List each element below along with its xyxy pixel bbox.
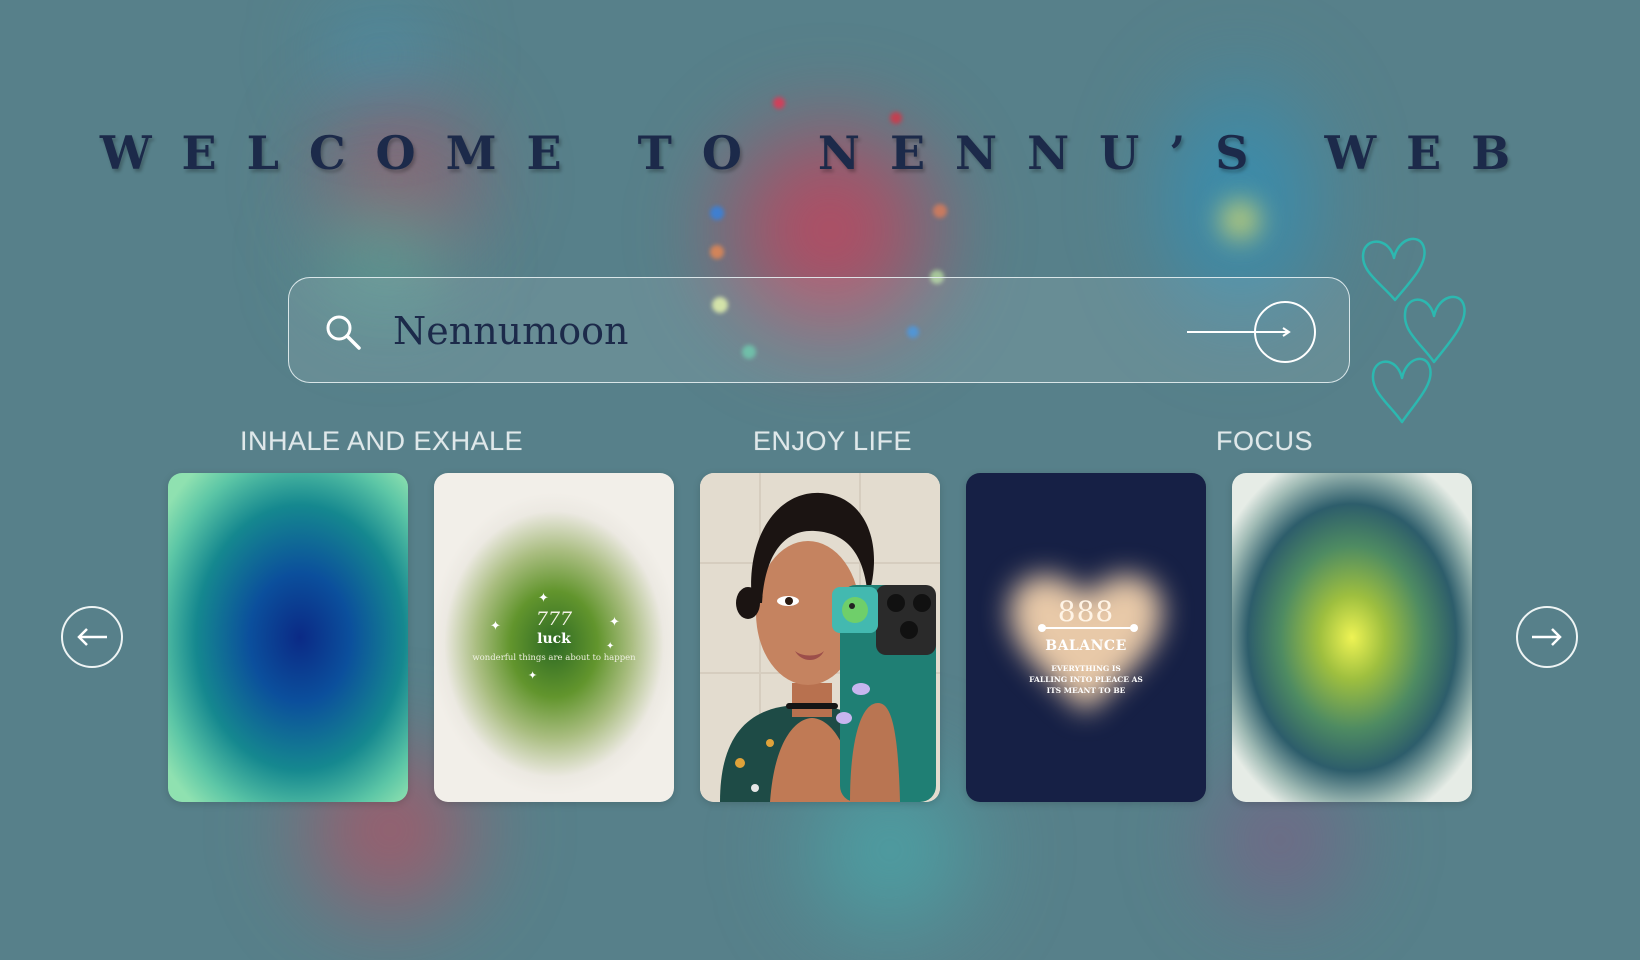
carousel-next-button[interactable] [1516,606,1578,668]
card-title: luck [537,631,571,647]
card-subtitle-line: FALLING INTO PLEACE AS [1029,675,1143,684]
arrow-right-circle-icon [1532,628,1562,646]
card-number: 888 [1057,595,1115,628]
search-submit-button[interactable] [1185,300,1325,364]
carousel-prev-button[interactable] [61,606,123,668]
card-subtitle: wonderful things are about to happen [472,653,636,663]
sparkle-icon: ✦ [538,591,549,606]
search-input[interactable] [393,306,1153,356]
card-subtitle: EVERYTHING IS FALLING INTO PLEACE AS ITS… [966,663,1206,696]
heart-icon [1403,295,1466,364]
search-icon[interactable] [323,312,363,352]
card-yellow-aura[interactable] [1232,473,1472,802]
category-label-inhale-exhale: INHALE AND EXHALE [240,426,524,456]
card-subtitle-line: ITS MEANT TO BE [1046,686,1126,695]
card-number: 777 [535,608,573,630]
heart-icon [1371,357,1432,424]
category-label-enjoy-life: ENJOY LIFE [753,426,913,456]
arrow-right-circle-icon [1187,301,1316,363]
heart-icon [1361,237,1426,302]
hearts-decoration [1361,237,1466,424]
category-label-focus: FOCUS [1216,426,1313,456]
page-title: WELCOME TO NENNU’S WEB [99,126,1541,180]
card-luck-777[interactable]: 777 luck wonderful things are about to h… [434,473,674,802]
card-subtitle-line: EVERYTHING IS [1051,664,1121,673]
divider-dot [1038,624,1046,632]
sparkle-icon: ✦ [609,615,620,630]
arrow-left-circle-icon [77,628,107,646]
search-bar [288,277,1350,383]
card-title: BALANCE [1045,638,1127,654]
sparkle-icon: ✦ [528,669,538,682]
selfie-image [700,473,940,802]
divider-dot [1130,624,1138,632]
card-blue-aura[interactable] [168,473,408,802]
sparkle-icon: ✦ [606,641,615,652]
divider [1042,627,1134,629]
card-balance-888[interactable]: 888 BALANCE EVERYTHING IS FALLING INTO P… [966,473,1206,802]
card-selfie-photo[interactable] [700,473,940,802]
sparkle-icon: ✦ [490,619,501,634]
